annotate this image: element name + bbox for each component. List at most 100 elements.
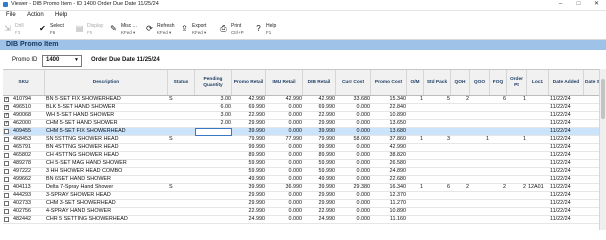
- cell-date-added: 11/22/24: [550, 168, 571, 174]
- column-header-qoh[interactable]: QOH: [451, 70, 470, 95]
- column-header-loc1[interactable]: Loc1: [527, 70, 549, 95]
- row-checkbox[interactable]: [4, 153, 9, 158]
- column-header-promo-retail[interactable]: Promo Retail: [232, 70, 266, 95]
- table-row[interactable]: 465802 CH 4STTNG SHOWER HEAD 89.990 0.000 89…: [3, 152, 606, 160]
- cell-dib-retail: 29.990: [318, 192, 336, 198]
- menu-help[interactable]: Help: [55, 12, 67, 18]
- column-header-std-pack[interactable]: Std Pack: [424, 70, 451, 95]
- cell-pending-quantity[interactable]: [195, 144, 232, 152]
- cell-imu-retail: 0.000: [288, 168, 303, 174]
- table-row[interactable]: 490068 WH 5-SET HAND SHOWER 3.00 22.990 0.00…: [3, 112, 606, 120]
- cell-pending-quantity[interactable]: [195, 168, 232, 176]
- table-row[interactable]: 444293 3-SPRAY SHOWER HEAD 29.990 0.000 29.9…: [3, 192, 606, 200]
- table-row[interactable]: 468453 SN 5STTNG SHOWER HEAD S 79.990 77.990…: [3, 136, 606, 144]
- table-row[interactable]: 402756 4-SPRAY HAND SHOWER 22.990 0.000 22.9…: [3, 208, 606, 216]
- table-row[interactable]: 462000 CHM 5-SET HAND SHOWER 2.00 29.990 0.0…: [3, 120, 606, 128]
- row-checkbox[interactable]: [4, 201, 9, 206]
- minimize-button[interactable]: –: [553, 0, 568, 10]
- row-checkbox[interactable]: [4, 105, 9, 110]
- table-row[interactable]: 482442 CHR 5 SETTING SHOWERHEAD 24.990 0.00…: [3, 216, 606, 224]
- table-row[interactable]: 404113 Delta 7-Spray Hand Shower S 39.990 36…: [3, 184, 606, 192]
- table-row[interactable]: [3, 224, 606, 231]
- cell-pending-quantity[interactable]: [195, 216, 232, 224]
- cell-foq: [490, 216, 507, 224]
- row-checkbox[interactable]: [4, 185, 9, 190]
- maximize-button[interactable]: □: [571, 0, 586, 10]
- cell-pending-quantity[interactable]: 3.00: [195, 112, 232, 120]
- cell-pending-quantity[interactable]: [195, 136, 232, 144]
- row-checkbox[interactable]: [4, 97, 9, 102]
- row-checkbox[interactable]: [4, 169, 9, 174]
- column-header-dib-retail[interactable]: DIB Retail: [303, 70, 336, 95]
- row-checkbox[interactable]: [4, 113, 9, 118]
- cell-description: BN 6SET HAND SHOWER: [46, 176, 111, 182]
- cell-qoo: [470, 200, 490, 208]
- row-checkbox[interactable]: [4, 217, 9, 222]
- cell-dib-retail: 59.990: [318, 160, 336, 166]
- cell-pending-quantity[interactable]: [195, 224, 232, 231]
- table-row[interactable]: 409455 CHM 5-SET FIX SHOWERHEAD 39.990 0.00…: [3, 128, 606, 136]
- cell-pending-quantity[interactable]: [195, 128, 232, 136]
- cell-pending-quantity[interactable]: [195, 184, 232, 192]
- column-header-o-m[interactable]: O/M: [407, 70, 424, 95]
- table-row[interactable]: 402733 CHM 3-SET SHOWERHEAD 29.990 0.000 29.…: [3, 200, 606, 208]
- cell-promo-cost: [371, 224, 407, 231]
- cell-pending-quantity[interactable]: [195, 160, 232, 168]
- display-button[interactable]: ▤ Display F5: [75, 22, 107, 38]
- column-header-curr-cost[interactable]: Curr Cost: [336, 70, 371, 95]
- table-row[interactable]: 489278 CH 5-SET MAG HAND SHOWER 59.990 0.00…: [3, 160, 606, 168]
- row-checkbox[interactable]: [4, 137, 9, 142]
- drill-button[interactable]: ⇲ Drill F3: [3, 22, 35, 38]
- column-header-description[interactable]: Description: [45, 70, 168, 95]
- cell-pending-quantity[interactable]: [195, 152, 232, 160]
- table-row[interactable]: 465791 BN 4STTNG SHOWER HEAD 99.990 0.000 99…: [3, 144, 606, 152]
- cell-pending-quantity[interactable]: [195, 176, 232, 184]
- close-button[interactable]: ✕: [589, 0, 604, 10]
- cell-pending-quantity[interactable]: 6.00: [195, 104, 232, 112]
- column-header-qoo[interactable]: QOO: [470, 70, 490, 95]
- table-row[interactable]: 496510 BLK 5-SET HAND SHOWER 6.00 69.990 0.0…: [3, 104, 606, 112]
- column-header-promo-cost[interactable]: Promo Cost: [371, 70, 407, 95]
- misc-button[interactable]: ✎ Misc ... KFed ▾: [109, 22, 141, 38]
- cell-pending-quantity[interactable]: [195, 200, 232, 208]
- row-checkbox[interactable]: [4, 209, 9, 214]
- column-header-pending-quantity[interactable]: Pending Quantity: [195, 70, 232, 95]
- menu-file[interactable]: File: [6, 12, 16, 18]
- column-header-date-added[interactable]: Date Added: [549, 70, 584, 95]
- cell-order-pt: [507, 128, 527, 136]
- row-checkbox[interactable]: [4, 129, 9, 134]
- menu-action[interactable]: Action: [27, 12, 44, 18]
- export-button[interactable]: ⇪ Export KFed ▾: [180, 22, 212, 38]
- column-header-foq[interactable]: FOQ: [490, 70, 507, 95]
- row-checkbox[interactable]: [4, 193, 9, 198]
- cell-pending-quantity[interactable]: [195, 192, 232, 200]
- column-header-sku[interactable]: SKU: [3, 70, 45, 95]
- chevron-down-icon: ▼: [74, 57, 79, 63]
- row-checkbox[interactable]: [4, 145, 9, 150]
- column-header-order-pt[interactable]: Order Pt: [507, 70, 527, 95]
- print-button[interactable]: ⎙ Print Ctrl+P: [219, 22, 251, 38]
- help-button[interactable]: ? Help F1: [254, 22, 286, 38]
- cell-foq: [490, 192, 507, 200]
- table-row[interactable]: 497222 3 HH SHOWER HEAD COMBO 59.990 0.000 5…: [3, 168, 606, 176]
- refresh-button[interactable]: ⟳ Refresh KFed ▾: [145, 22, 177, 38]
- table-row[interactable]: 410794 BN 5-SET FIX SHOWERHEAD S 3.00 42.990…: [3, 96, 606, 104]
- select-button[interactable]: ✔ Select F6: [38, 22, 70, 38]
- cell-o-m: [407, 128, 424, 136]
- cell-imu-retail: 0.000: [288, 200, 303, 206]
- table-row[interactable]: 499662 BN 6SET HAND SHOWER 49.990 0.000 49.9…: [3, 176, 606, 184]
- scrollbar-thumb[interactable]: [601, 79, 605, 119]
- row-checkbox[interactable]: [4, 177, 9, 182]
- column-header-status[interactable]: Status: [168, 70, 195, 95]
- row-checkbox[interactable]: [4, 121, 9, 126]
- cell-pending-quantity[interactable]: 2.00: [195, 120, 232, 128]
- cell-pending-quantity[interactable]: 3.00: [195, 96, 232, 104]
- column-header-imu-retail[interactable]: IMU Retail: [266, 70, 303, 95]
- vertical-scrollbar[interactable]: [599, 69, 606, 230]
- row-checkbox[interactable]: [4, 161, 9, 166]
- cell-qoo: [470, 120, 490, 128]
- promo-id-select[interactable]: 1400 ▼: [42, 55, 82, 67]
- cell-loc1: [527, 160, 549, 168]
- cell-pending-quantity[interactable]: [195, 208, 232, 216]
- cell-status: [168, 224, 195, 231]
